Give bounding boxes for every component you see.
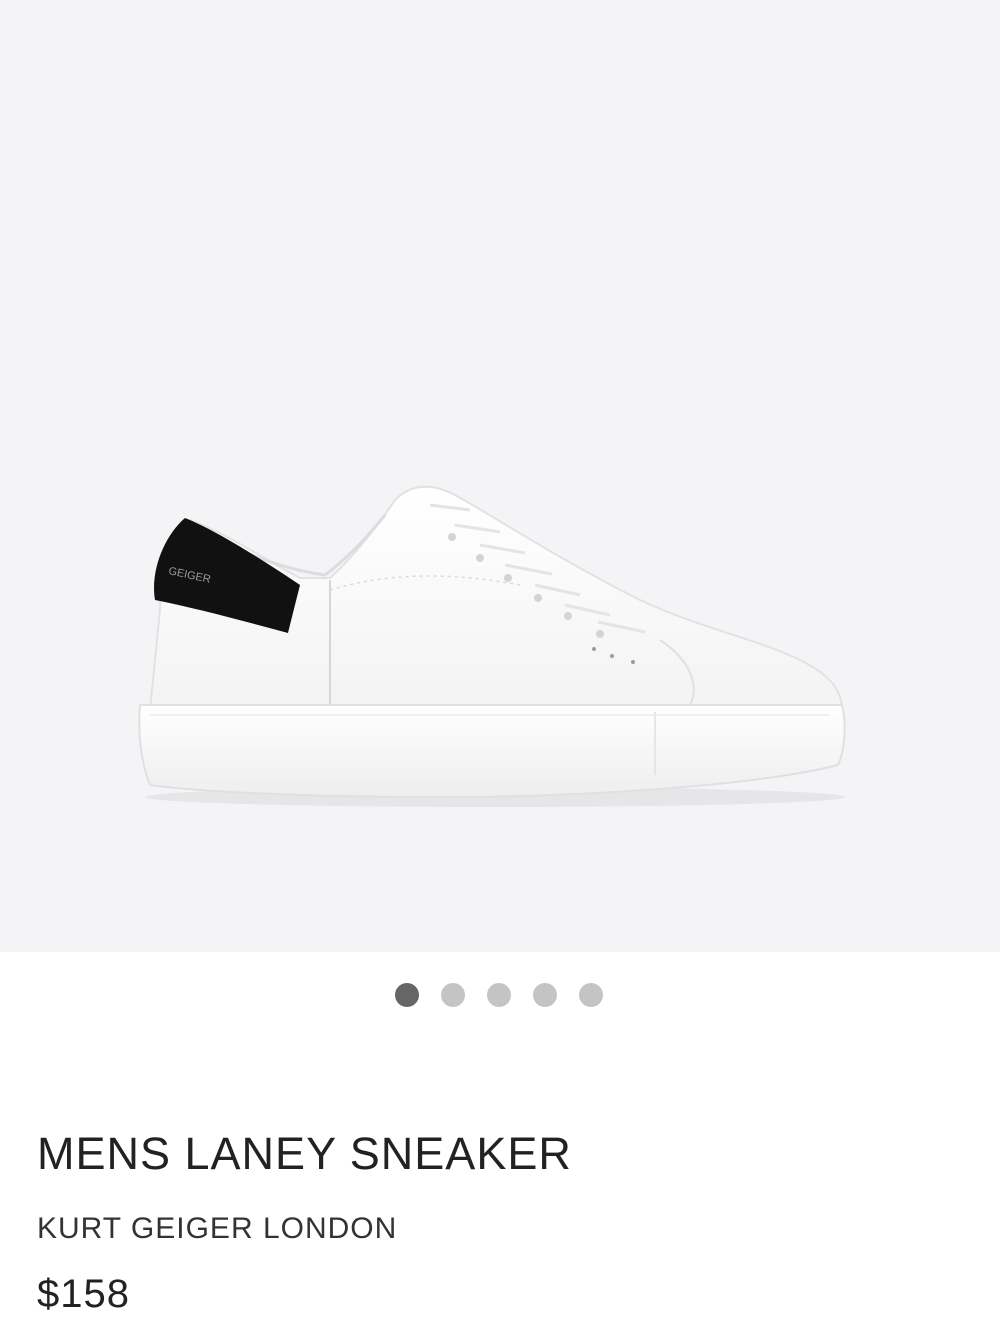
gallery-dot-3[interactable] [487, 983, 511, 1007]
product-price: $158 [37, 1272, 130, 1316]
gallery-pagination [0, 983, 999, 1007]
gallery-dot-4[interactable] [533, 983, 557, 1007]
product-image-gallery[interactable]: GEIGER [0, 0, 1000, 952]
product-brand[interactable]: KURT GEIGER LONDON [37, 1212, 397, 1246]
product-image: GEIGER [138, 485, 846, 807]
gallery-dot-5[interactable] [579, 983, 603, 1007]
gallery-dot-2[interactable] [441, 983, 465, 1007]
gallery-dot-1[interactable] [395, 983, 419, 1007]
product-title: MENS LANEY SNEAKER [37, 1128, 572, 1179]
